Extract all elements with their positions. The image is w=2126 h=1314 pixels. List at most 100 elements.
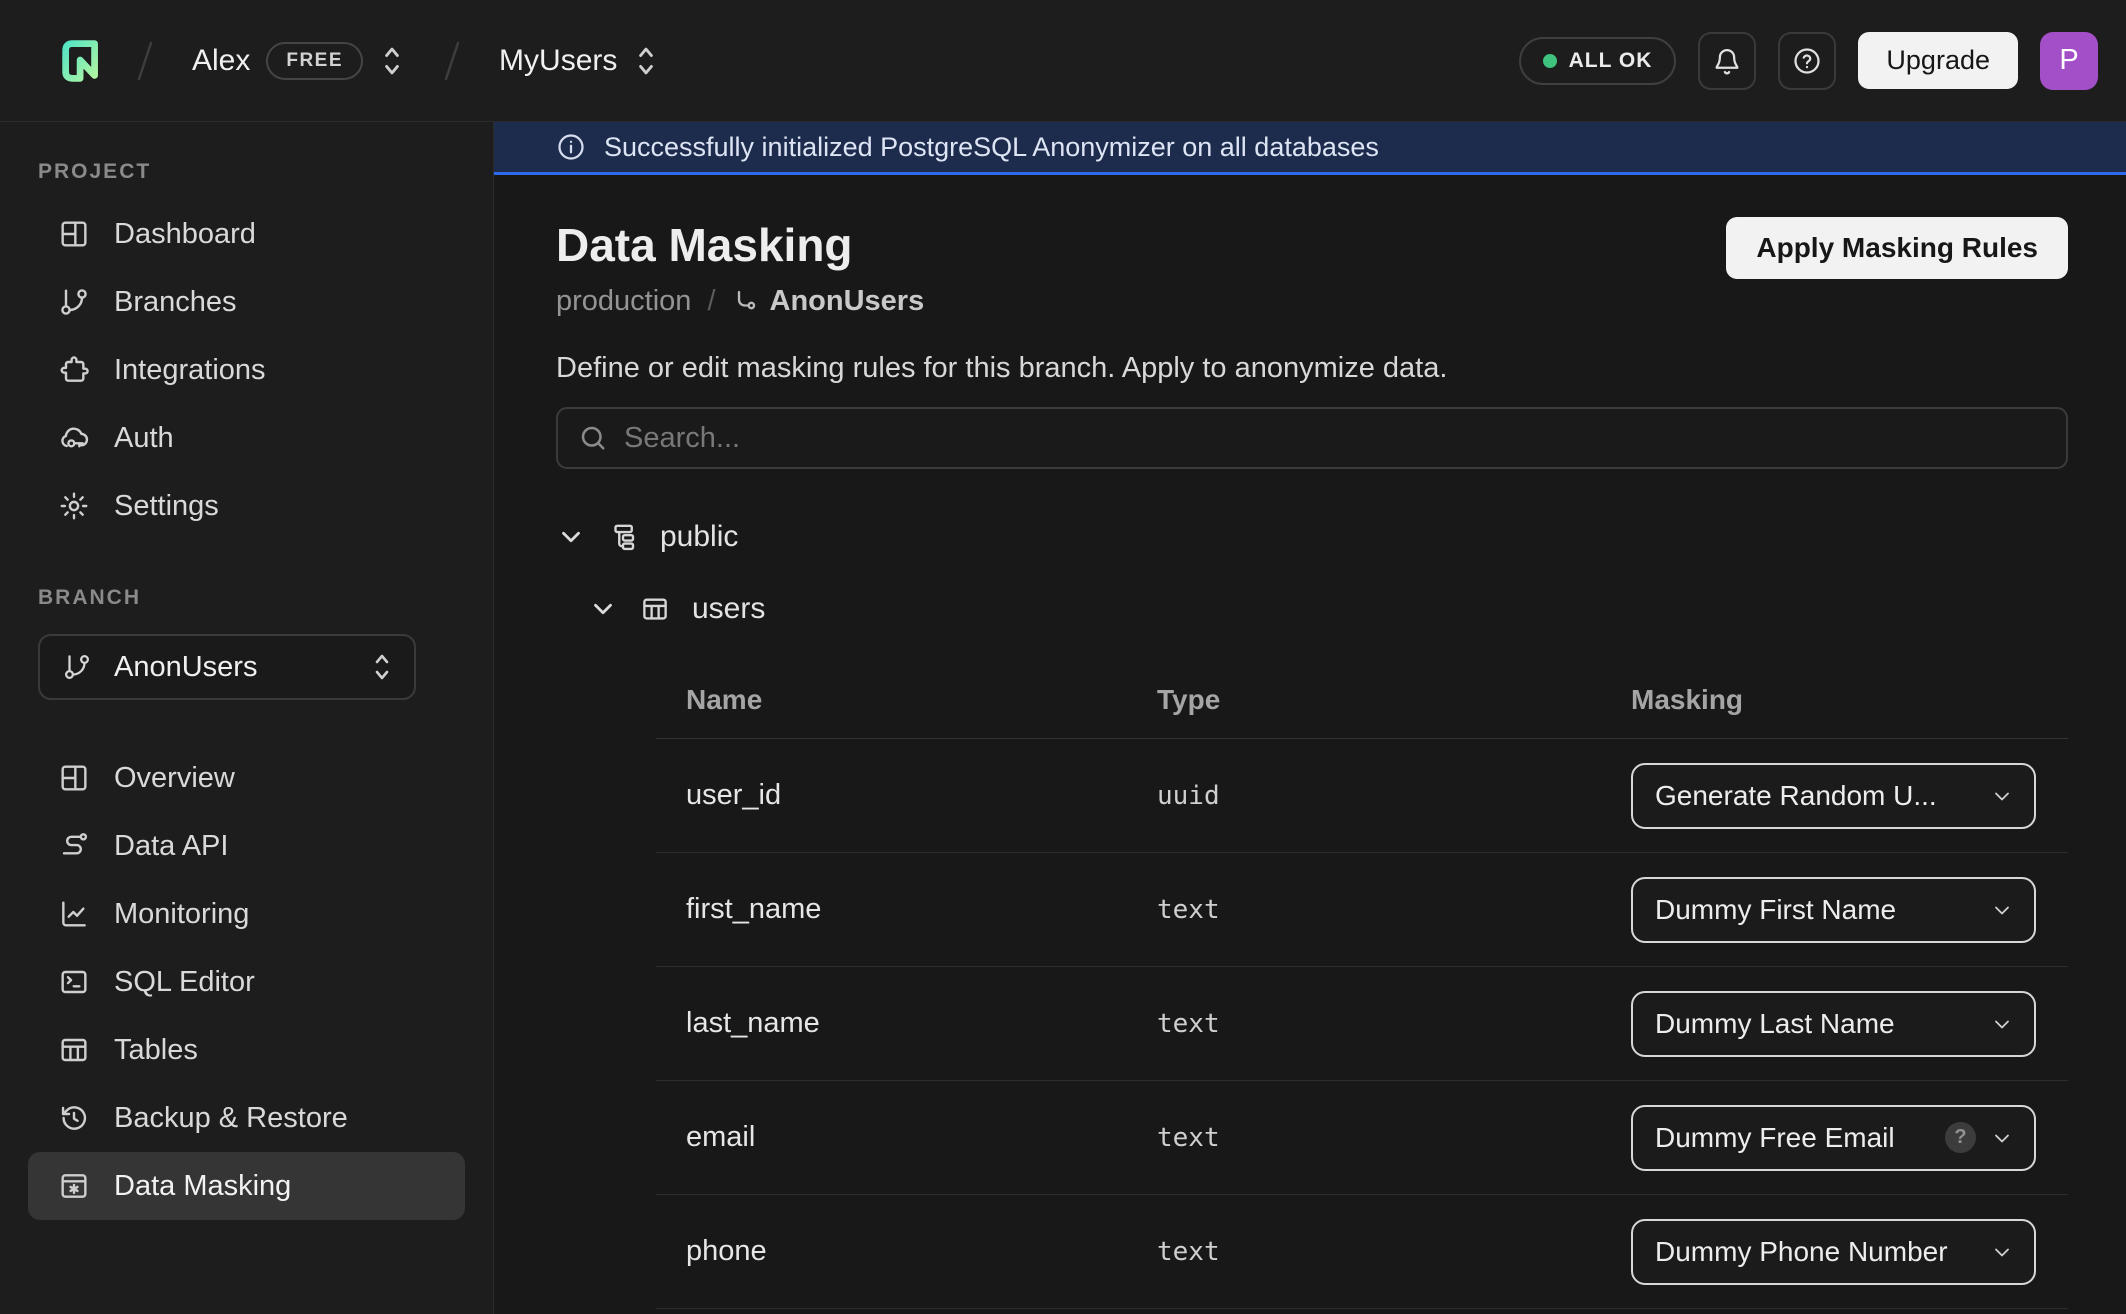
masking-select[interactable]: Generate Random U... [1631, 763, 2036, 829]
chevron-down-icon [1990, 898, 2014, 922]
schema-icon [608, 522, 638, 552]
column-name-cell: user_id [686, 779, 1157, 812]
sidebar-item-backup-restore[interactable]: Backup & Restore [28, 1084, 465, 1152]
masking-select-value: Dummy First Name [1655, 894, 1976, 926]
cloud-key-icon [58, 422, 90, 454]
sidebar-item-tables[interactable]: Tables [28, 1016, 465, 1084]
schema-name: public [660, 520, 738, 554]
column-masking-cell: Dummy Phone Number [1631, 1219, 2068, 1285]
column-header-type: Type [1157, 684, 1631, 716]
breadcrumb: production / AnonUsers [556, 285, 924, 318]
notifications-button[interactable] [1698, 32, 1756, 90]
sidebar-item-label: Backup & Restore [114, 1102, 348, 1135]
column-type-cell: uuid [1157, 781, 1631, 811]
banner-text: Successfully initialized PostgreSQL Anon… [604, 132, 1379, 163]
column-name-cell: phone [686, 1235, 1157, 1268]
tree-row-schema[interactable]: public [556, 501, 2068, 573]
schema-tree: public [556, 501, 2068, 645]
branch-selector-value: AnonUsers [114, 651, 348, 684]
history-icon [58, 1102, 90, 1134]
sidebar-item-label: Data API [114, 830, 228, 863]
sidebar-item-data-masking[interactable]: Data Masking [28, 1152, 465, 1220]
circle-help-icon [1792, 46, 1822, 76]
branch-selector[interactable]: AnonUsers [38, 634, 416, 700]
sidebar-item-dashboard[interactable]: Dashboard [28, 200, 465, 268]
bell-icon [1712, 46, 1742, 76]
dashboard-icon [58, 218, 90, 250]
sidebar-item-monitoring[interactable]: Monitoring [28, 880, 465, 948]
branch-nav: Overview Data API Monitoring SQL EditorTabl… [0, 744, 493, 1220]
masking-select-value: Dummy Free Email [1655, 1122, 1931, 1154]
info-banner: Successfully initialized PostgreSQL Anon… [494, 122, 2126, 175]
search-icon [578, 423, 608, 453]
table-row: first_nametextDummy First Name [656, 853, 2068, 967]
column-name-cell: last_name [686, 1007, 1157, 1040]
chevron-down-icon [1990, 1012, 2014, 1036]
sidebar-item-branches[interactable]: Branches [28, 268, 465, 336]
user-avatar[interactable]: P [2040, 32, 2098, 90]
column-masking-cell: Dummy Free Email? [1631, 1105, 2068, 1171]
sidebar-item-overview[interactable]: Overview [28, 744, 465, 812]
sidebar-item-label: Overview [114, 762, 235, 795]
column-type-cell: text [1157, 1237, 1631, 1267]
sidebar-item-label: Dashboard [114, 218, 256, 251]
masking-select[interactable]: Dummy Free Email? [1631, 1105, 2036, 1171]
org-selector[interactable]: Alex FREE [180, 31, 417, 91]
neon-logo-icon[interactable] [56, 34, 110, 88]
sidebar-item-label: Settings [114, 490, 219, 523]
sidebar-item-settings[interactable]: Settings [28, 472, 465, 540]
project-nav: Dashboard Branches Integrations Auth Setting… [0, 200, 493, 540]
column-masking-cell: Generate Random U... [1631, 763, 2068, 829]
status-pill[interactable]: ALL OK [1519, 37, 1677, 85]
chevron-down-icon [588, 594, 618, 624]
masking-select-value: Dummy Last Name [1655, 1008, 1976, 1040]
table-icon [640, 594, 670, 624]
column-type-cell: text [1157, 1009, 1631, 1039]
table-row: emailtextDummy Free Email? [656, 1081, 2068, 1195]
sidebar-item-integrations[interactable]: Integrations [28, 336, 465, 404]
breadcrumb-project[interactable]: production [556, 285, 691, 318]
sidebar-item-label: Branches [114, 286, 237, 319]
chevron-down-icon [556, 522, 586, 552]
chevrons-up-down-icon [370, 648, 394, 686]
table-row: last_nametext Dummy Last Name [656, 967, 2068, 1081]
sidebar-section-branch: BRANCH [0, 586, 493, 610]
breadcrumb-branch: AnonUsers [770, 285, 925, 318]
upgrade-button[interactable]: Upgrade [1858, 32, 2018, 89]
chevrons-up-down-icon [633, 41, 659, 81]
help-button[interactable] [1778, 32, 1836, 90]
chart-line-icon [58, 898, 90, 930]
sidebar-item-sql-editor[interactable]: SQL Editor [28, 948, 465, 1016]
column-header-name: Name [686, 684, 1157, 716]
sidebar-section-project: PROJECT [0, 160, 493, 184]
status-text: ALL OK [1569, 49, 1653, 73]
git-branch-icon [58, 286, 90, 318]
sidebar-item-auth[interactable]: Auth [28, 404, 465, 472]
help-icon[interactable]: ? [1945, 1122, 1976, 1153]
info-icon [556, 132, 586, 162]
masking-select[interactable]: Dummy First Name [1631, 877, 2036, 943]
project-selector[interactable]: MyUsers [487, 31, 671, 91]
chevrons-up-down-icon [379, 41, 405, 81]
search-input[interactable] [624, 422, 2046, 455]
apply-masking-rules-button[interactable]: Apply Masking Rules [1726, 217, 2068, 279]
table-row: phonetextDummy Phone Number [656, 1195, 2068, 1309]
masking-select[interactable]: Dummy Last Name [1631, 991, 2036, 1057]
chevron-down-icon [1990, 1126, 2014, 1150]
route-icon [58, 830, 90, 862]
tree-row-table[interactable]: users [556, 573, 2068, 645]
sidebar-item-label: Auth [114, 422, 174, 455]
table-row: user_iduuidGenerate Random U... [656, 739, 2068, 853]
breadcrumb-slash-icon [132, 37, 158, 85]
masking-select[interactable]: Dummy Phone Number [1631, 1219, 2036, 1285]
project-name: MyUsers [499, 44, 617, 78]
table-icon [58, 1034, 90, 1066]
column-header-masking: Masking [1631, 684, 2068, 716]
status-dot-icon [1543, 54, 1557, 68]
child-branch-icon [732, 288, 760, 316]
breadcrumb-separator: / [707, 285, 715, 318]
sidebar-item-data-api[interactable]: Data API [28, 812, 465, 880]
search-bar [556, 407, 2068, 469]
chevron-down-icon [1990, 784, 2014, 808]
sidebar-item-label: Monitoring [114, 898, 249, 931]
